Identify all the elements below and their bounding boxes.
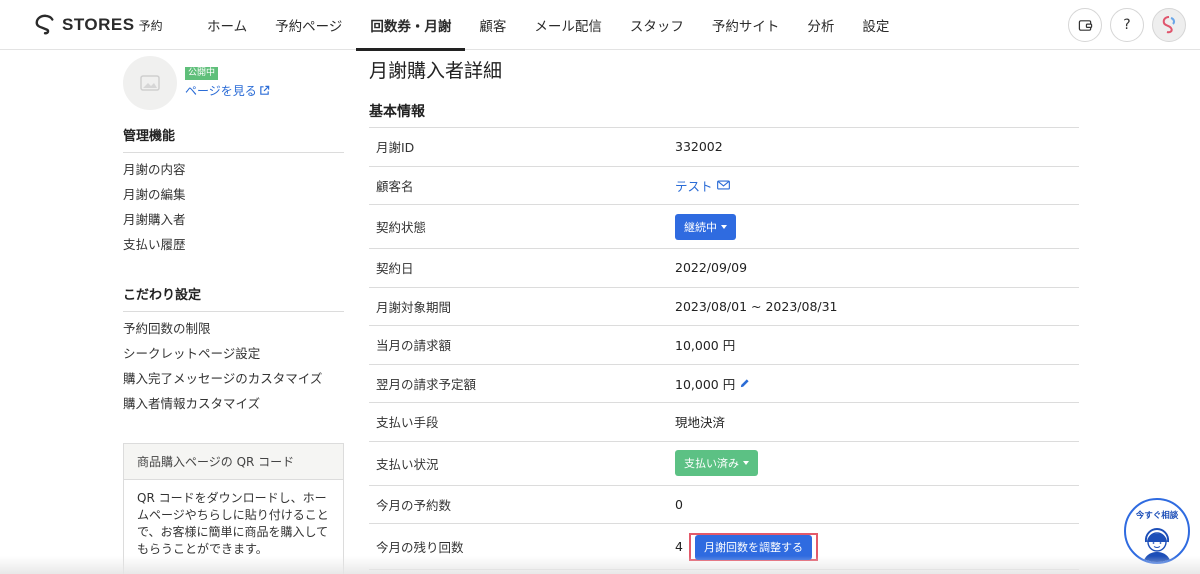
chat-consult-button[interactable]: 今すぐ相談 (1124, 498, 1190, 564)
main-nav: ホーム 予約ページ 回数券・月謝 顧客 メール配信 スタッフ 予約サイト 分析 … (193, 0, 903, 51)
top-icon-group: ? (1068, 8, 1186, 42)
qr-desc-line: で、お客様に簡単に商品を購入して (137, 525, 329, 539)
highlight-box: 月謝回数を調整する (688, 532, 818, 561)
contract-status-dropdown[interactable]: 継続中 (675, 213, 736, 240)
row-label: 月謝対象期間 (376, 299, 452, 315)
view-page-label: ページを見る (185, 84, 257, 98)
period-value: 2023/08/01 ~ 2023/08/31 (675, 298, 838, 314)
wallet-icon (1078, 19, 1092, 31)
row-label: 今月の予約数 (376, 497, 452, 513)
caret-down-icon (743, 461, 749, 465)
nav-tickets-monthly[interactable]: 回数券・月謝 (356, 0, 466, 51)
image-placeholder-icon (140, 75, 160, 91)
customer-name: テスト (675, 178, 713, 194)
nav-reservation-site[interactable]: 予約サイト (698, 0, 794, 50)
pencil-icon[interactable] (739, 378, 750, 389)
stores-logo-icon (35, 14, 54, 35)
page-title: 月謝購入者詳細 (369, 60, 503, 82)
nav-mail[interactable]: メール配信 (520, 0, 616, 50)
nav-reservation-pages[interactable]: 予約ページ (261, 0, 356, 50)
next-month-amount-cell: 10,000 円 (675, 374, 750, 393)
help-button[interactable]: ? (1110, 8, 1144, 42)
row-label: 支払い手段 (376, 415, 439, 431)
nav-staff[interactable]: スタッフ (616, 0, 698, 50)
next-month-amount-value: 10,000 円 (675, 376, 736, 392)
table-row: 支払い状況 支払い済み (369, 442, 1079, 486)
nav-analytics[interactable]: 分析 (793, 0, 848, 50)
sidebar-item-reservation-limit[interactable]: 予約回数の制限 (123, 318, 211, 337)
avatar-icon (1162, 16, 1176, 34)
account-avatar[interactable] (1152, 8, 1186, 42)
custom-settings-title: こだわり設定 (123, 284, 344, 312)
nav-home[interactable]: ホーム (193, 0, 261, 50)
brand-sub: 予約 (138, 18, 163, 33)
row-label: 支払い状況 (376, 456, 439, 472)
contract-date-value: 2022/09/09 (675, 260, 748, 276)
section-title: 基本情報 (369, 104, 425, 120)
contract-status-label: 継続中 (684, 220, 717, 234)
monthly-id-value: 332002 (675, 139, 723, 155)
mail-icon (716, 180, 730, 190)
table-row: 契約日 2022/09/09 (369, 249, 1079, 288)
qr-desc-line: QR コードをダウンロードし、ホー (137, 491, 327, 505)
row-label: 顧客名 (376, 178, 414, 194)
contract-status-cell: 継続中 (675, 213, 736, 240)
payment-status-label: 支払い済み (684, 457, 739, 470)
table-row: 契約状態 継続中 (369, 205, 1079, 249)
sidebar-item-monthly-buyers[interactable]: 月謝購入者 (123, 209, 186, 228)
reservations-value: 0 (675, 496, 683, 512)
row-label: 翌月の請求予定額 (376, 376, 477, 392)
payment-method-value: 現地決済 (675, 415, 726, 431)
stores-logo[interactable]: STORES 予約 (34, 12, 163, 38)
management-title: 管理機能 (123, 125, 344, 153)
wallet-button[interactable] (1068, 8, 1102, 42)
row-label: 月謝ID (376, 140, 415, 156)
sidebar-item-secret-page[interactable]: シークレットページ設定 (123, 343, 260, 362)
row-label: 今月の残り回数 (376, 540, 464, 555)
shop-image (123, 56, 177, 110)
sidebar-item-buyer-info[interactable]: 購入者情報カスタマイズ (123, 393, 260, 412)
customer-link[interactable]: テスト (675, 176, 730, 195)
help-icon: ? (1123, 17, 1131, 33)
qr-desc-line: ムページやちらしに貼り付けること (137, 508, 329, 522)
sidebar-item-payment-history[interactable]: 支払い履歴 (123, 234, 186, 253)
table-row: 月謝ID 332002 (369, 128, 1079, 167)
sidebar-item-completion-message[interactable]: 購入完了メッセージのカスタマイズ (123, 368, 322, 387)
payment-status-dropdown[interactable]: 支払い済み (675, 450, 758, 476)
table-row: 今月の予約数 0 (369, 486, 1079, 524)
qr-code-panel: 商品購入ページの QR コード QR コードをダウンロードし、ホー ムページやち… (123, 443, 344, 574)
table-row: 翌月の請求予定額 10,000 円 (369, 365, 1079, 403)
row-label: 契約状態 (376, 220, 427, 235)
nav-settings[interactable]: 設定 (848, 0, 903, 50)
remaining-value: 4 (675, 539, 683, 554)
remaining-cell: 4 月謝回数を調整する (675, 532, 818, 561)
table-row: 顧客名 テスト (369, 167, 1079, 205)
row-label: 契約日 (376, 261, 414, 277)
status-badge: 公開中 (185, 67, 219, 80)
table-row: 今月の残り回数 4 月謝回数を調整する (369, 524, 1079, 570)
qr-desc-line: もらうことができます。 (137, 542, 268, 556)
qr-panel-title: 商品購入ページの QR コード (124, 444, 343, 480)
detail-table: 月謝ID 332002 顧客名 テスト 契約状態 継続中 契約日 2022/09… (369, 127, 1079, 570)
external-link-icon (260, 85, 269, 95)
sidebar-item-monthly-edit[interactable]: 月謝の編集 (123, 184, 186, 203)
adjust-count-button[interactable]: 月謝回数を調整する (694, 534, 812, 560)
table-row: 月謝対象期間 2023/08/01 ~ 2023/08/31 (369, 288, 1079, 326)
caret-down-icon (721, 224, 727, 229)
view-page-link[interactable]: ページを見る (185, 82, 270, 99)
nav-customers[interactable]: 顧客 (465, 0, 520, 50)
row-label: 当月の請求額 (376, 338, 452, 354)
qr-panel-description: QR コードをダウンロードし、ホー ムページやちらしに貼り付けること で、お客様… (124, 480, 343, 568)
table-row: 支払い手段 現地決済 (369, 403, 1079, 442)
brand-name: STORES (62, 15, 135, 34)
operator-icon (1143, 527, 1171, 562)
table-row: 当月の請求額 10,000 円 (369, 326, 1079, 365)
payment-status-cell: 支払い済み (675, 450, 758, 476)
top-navigation-bar: STORES 予約 ホーム 予約ページ 回数券・月謝 顧客 メール配信 スタッフ… (0, 0, 1200, 51)
this-month-amount-value: 10,000 円 (675, 338, 736, 354)
sidebar-item-monthly-content[interactable]: 月謝の内容 (123, 159, 186, 178)
